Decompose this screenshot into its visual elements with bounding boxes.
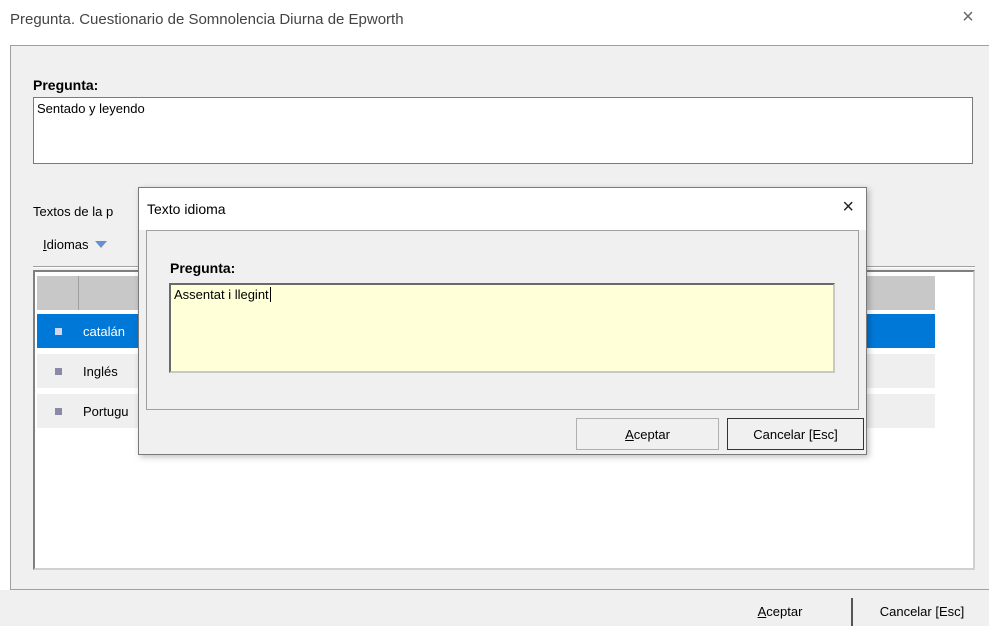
dialog-title: Texto idioma: [147, 201, 226, 217]
texts-label: Textos de la p: [33, 204, 114, 219]
row-marker-icon: [54, 367, 62, 375]
dialog-question-text: Assentat i llegint: [174, 287, 269, 302]
language-text-dialog: Texto idioma × Pregunta: Assentat i lleg…: [138, 187, 867, 455]
languages-button[interactable]: Idiomas: [43, 237, 107, 252]
dialog-accept-mnemonic: A: [625, 427, 634, 442]
dialog-question-label: Pregunta:: [170, 260, 236, 276]
window-title: Pregunta. Cuestionario de Somnolencia Di…: [10, 11, 404, 28]
window-close-icon[interactable]: ×: [957, 6, 979, 28]
row-indicator: [37, 354, 79, 388]
cancel-button[interactable]: Cancelar [Esc]: [851, 598, 989, 626]
row-language: Portugu: [83, 403, 129, 419]
row-marker-icon: [54, 407, 62, 415]
dialog-titlebar: Texto idioma ×: [139, 188, 866, 230]
dialog-cancel-button[interactable]: Cancelar [Esc]: [727, 418, 864, 450]
dialog-accept-label: ceptar: [633, 427, 670, 442]
dialog-accept-button[interactable]: Aceptar: [576, 418, 719, 450]
dialog-close-icon[interactable]: ×: [842, 196, 854, 219]
row-indicator: [37, 314, 79, 348]
question-field[interactable]: Sentado y leyendo: [33, 97, 973, 164]
accept-label: ceptar: [766, 604, 803, 619]
row-language: catalán: [83, 323, 125, 339]
accept-button[interactable]: Aceptar: [712, 598, 848, 626]
row-language: Inglés: [83, 363, 118, 379]
question-label: Pregunta:: [33, 77, 99, 93]
dialog-question-field[interactable]: Assentat i llegint: [169, 283, 835, 373]
grid-header-gutter: [37, 276, 79, 310]
row-marker-icon: [54, 327, 62, 335]
dropdown-arrow-icon: [94, 241, 107, 248]
row-indicator: [37, 394, 79, 428]
accept-mnemonic: A: [757, 604, 767, 619]
text-caret: [269, 287, 271, 302]
languages-label: diomas: [46, 237, 89, 252]
